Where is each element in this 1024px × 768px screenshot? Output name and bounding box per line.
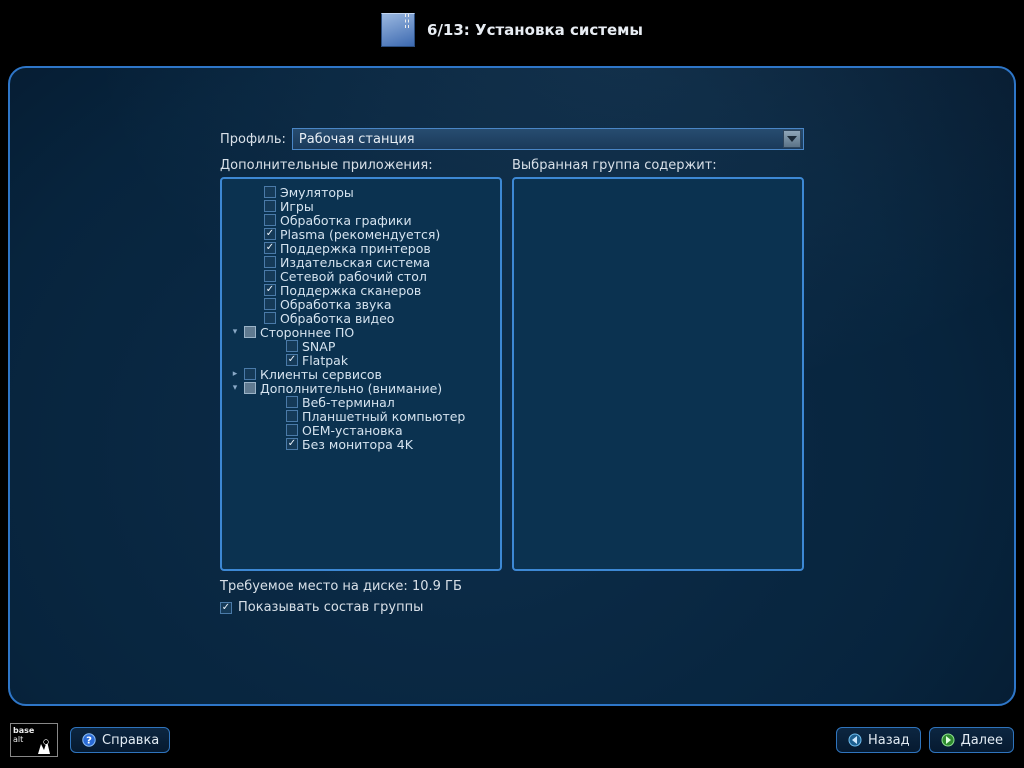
checkbox[interactable] [244,382,256,394]
tree-item-label: Сетевой рабочий стол [280,269,427,284]
next-button[interactable]: Далее [929,727,1014,753]
tree-item-label: Дополнительно (внимание) [260,381,442,396]
wizard-header: 6/13: Установка системы [0,0,1024,60]
checkbox[interactable]: ✓ [286,354,298,366]
penguin-icon [34,737,56,755]
checkbox[interactable]: ✓ [264,242,276,254]
profile-label: Профиль: [220,132,286,147]
bottom-bar: base alt ? Справка Назад Далее [0,712,1024,768]
back-button-label: Назад [868,733,910,748]
tree-item-label: Поддержка сканеров [280,283,421,298]
columns: Дополнительные приложения: ЭмуляторыИгры… [220,158,804,571]
arrow-left-icon [847,732,863,748]
left-column-title: Дополнительные приложения: [220,158,502,173]
help-button-label: Справка [102,733,159,748]
tree-item-label: OEM-установка [302,423,403,438]
checkbox[interactable] [264,312,276,324]
tree-item[interactable]: Обработка звука [228,297,494,311]
tree-item[interactable]: ✓ Flatpak [228,353,494,367]
tree-item[interactable]: Эмуляторы [228,185,494,199]
checkbox[interactable] [286,396,298,408]
show-group-contents-checkbox[interactable]: ✓ [220,602,232,614]
tree-item-label: Flatpak [302,353,348,368]
apps-tree[interactable]: ЭмуляторыИгрыОбработка графики ✓ Plasma (р… [220,177,502,571]
tree-item[interactable]: ▸ Клиенты сервисов [228,367,494,381]
arrow-right-icon [940,732,956,748]
left-column: Дополнительные приложения: ЭмуляторыИгры… [220,158,502,571]
tree-item[interactable]: Обработка графики [228,213,494,227]
main-panel: Профиль: Рабочая станция Дополнительные … [8,66,1016,706]
basealt-logo: base alt [10,723,58,757]
tree-item[interactable]: ✓ Поддержка принтеров [228,241,494,255]
back-button[interactable]: Назад [836,727,921,753]
tree-item[interactable]: Игры [228,199,494,213]
tree-item[interactable]: ✓ Без монитора 4K [228,437,494,451]
checkbox[interactable] [244,326,256,338]
profile-select-value: Рабочая станция [299,132,415,147]
next-button-label: Далее [961,733,1003,748]
profile-row: Профиль: Рабочая станция [220,128,804,150]
right-column: Выбранная группа содержит: [512,158,804,571]
profile-select[interactable]: Рабочая станция [292,128,804,150]
tree-item-label: Клиенты сервисов [260,367,382,382]
tree-item[interactable]: Обработка видео [228,311,494,325]
disk-space-required: Требуемое место на диске: 10.9 ГБ [220,579,804,594]
checkbox[interactable] [264,186,276,198]
right-column-title: Выбранная группа содержит: [512,158,804,173]
tree-item[interactable]: Сетевой рабочий стол [228,269,494,283]
tree-item[interactable]: Планшетный компьютер [228,409,494,423]
chevron-right-icon[interactable]: ▸ [230,369,240,379]
checkbox[interactable]: ✓ [264,284,276,296]
tree-item-label: SNAP [302,339,335,354]
tree-item[interactable]: SNAP [228,339,494,353]
checkbox[interactable] [286,410,298,422]
svg-text:?: ? [86,736,92,747]
show-group-contents-row: ✓ Показывать состав группы [220,600,804,615]
tree-item-label: Обработка видео [280,311,394,326]
tree-item-label: Поддержка принтеров [280,241,431,256]
chevron-down-icon[interactable]: ▾ [230,383,240,393]
tree-item[interactable]: OEM-установка [228,423,494,437]
checkbox[interactable] [264,298,276,310]
tree-item-label: Эмуляторы [280,185,354,200]
help-icon: ? [81,732,97,748]
tree-item[interactable]: ✓ Поддержка сканеров [228,283,494,297]
checkbox[interactable] [286,340,298,352]
tree-item[interactable]: ▾ Дополнительно (внимание) [228,381,494,395]
checkbox[interactable] [244,368,256,380]
checkbox[interactable]: ✓ [286,438,298,450]
checkbox[interactable] [264,200,276,212]
tree-item-label: Веб-терминал [302,395,395,410]
tree-item-label: Без монитора 4K [302,437,413,452]
checkbox[interactable] [264,214,276,226]
tree-item[interactable]: ▾ Стороннее ПО [228,325,494,339]
tree-item-label: Обработка графики [280,213,412,228]
tree-item[interactable]: Веб-терминал [228,395,494,409]
help-button[interactable]: ? Справка [70,727,170,753]
tree-item-label: Игры [280,199,314,214]
tree-item-label: Планшетный компьютер [302,409,465,424]
checkbox[interactable]: ✓ [264,228,276,240]
checkbox[interactable] [264,270,276,282]
wizard-step-title: 6/13: Установка системы [427,21,643,39]
chevron-down-icon[interactable]: ▾ [230,327,240,337]
show-group-contents-label: Показывать состав группы [238,600,423,615]
checkbox[interactable] [286,424,298,436]
group-contents-list[interactable] [512,177,804,571]
tree-item[interactable]: ✓ Plasma (рекомендуется) [228,227,494,241]
tree-item-label: Издательская система [280,255,430,270]
dropdown-button-icon[interactable] [783,130,801,148]
installer-icon [381,13,415,47]
tree-item-label: Plasma (рекомендуется) [280,227,440,242]
tree-item[interactable]: Издательская система [228,255,494,269]
checkbox[interactable] [264,256,276,268]
tree-item-label: Обработка звука [280,297,392,312]
tree-item-label: Стороннее ПО [260,325,354,340]
